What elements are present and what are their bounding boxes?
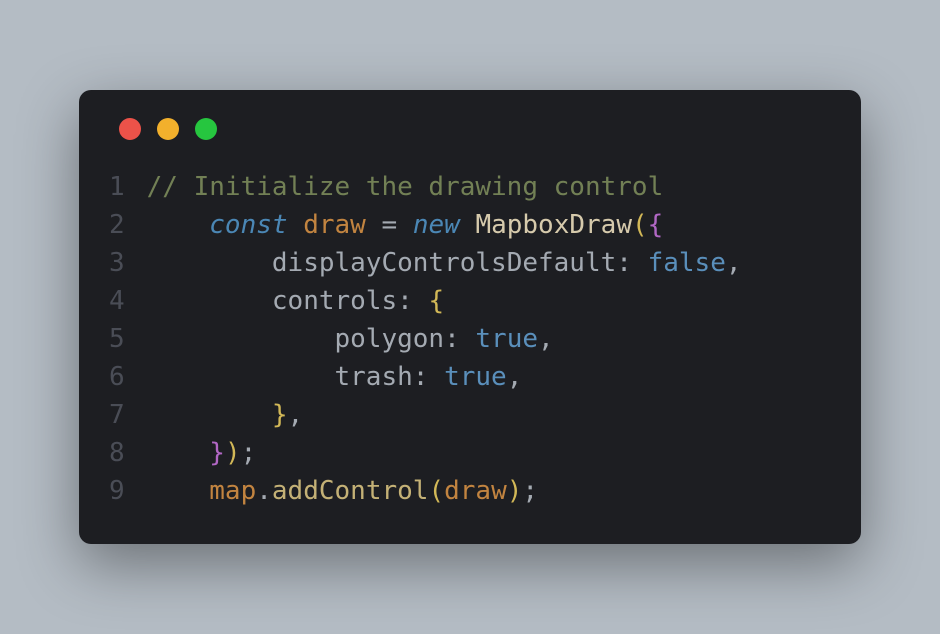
minimize-icon[interactable] <box>157 118 179 140</box>
code-line: trash: true, <box>147 358 742 396</box>
property: polygon <box>335 324 445 354</box>
code-line: displayControlsDefault: false, <box>147 244 742 282</box>
line-number: 6 <box>109 358 125 396</box>
boolean: false <box>648 248 726 278</box>
code-content[interactable]: // Initialize the drawing control const … <box>147 168 742 510</box>
comment-text: // Initialize the drawing control <box>147 172 664 202</box>
line-number: 8 <box>109 434 125 472</box>
window-titlebar <box>79 118 861 168</box>
keyword: const <box>209 210 287 240</box>
property: controls <box>272 286 397 316</box>
line-number-gutter: 1 2 3 4 5 6 7 8 9 <box>109 168 147 510</box>
line-number: 2 <box>109 206 125 244</box>
property: displayControlsDefault <box>272 248 616 278</box>
class-name: MapboxDraw <box>475 210 632 240</box>
maximize-icon[interactable] <box>195 118 217 140</box>
line-number: 1 <box>109 168 125 206</box>
line-number: 9 <box>109 472 125 510</box>
object: map <box>209 476 256 506</box>
line-number: 7 <box>109 396 125 434</box>
code-line: map.addControl(draw); <box>147 472 742 510</box>
method: addControl <box>272 476 429 506</box>
code-line: }, <box>147 396 742 434</box>
argument: draw <box>444 476 507 506</box>
line-number: 5 <box>109 320 125 358</box>
code-editor-window: 1 2 3 4 5 6 7 8 9 // Initialize the draw… <box>79 90 861 544</box>
boolean: true <box>444 362 507 392</box>
code-line: const draw = new MapboxDraw({ <box>147 206 742 244</box>
line-number: 3 <box>109 244 125 282</box>
variable-name: draw <box>303 210 366 240</box>
code-line: controls: { <box>147 282 742 320</box>
code-line: polygon: true, <box>147 320 742 358</box>
boolean: true <box>475 324 538 354</box>
code-line: }); <box>147 434 742 472</box>
code-area: 1 2 3 4 5 6 7 8 9 // Initialize the draw… <box>79 168 861 510</box>
property: trash <box>335 362 413 392</box>
keyword: new <box>413 210 460 240</box>
close-icon[interactable] <box>119 118 141 140</box>
line-number: 4 <box>109 282 125 320</box>
code-line: // Initialize the drawing control <box>147 168 742 206</box>
